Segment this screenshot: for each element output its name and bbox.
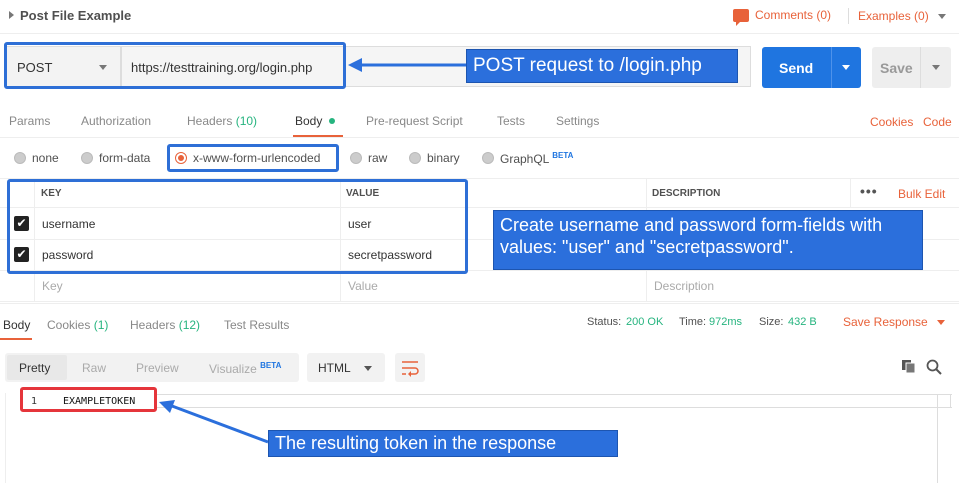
graphql-label: GraphQL	[500, 152, 549, 166]
comments-label: Comments (0)	[755, 8, 832, 22]
status-value: 200 OK	[626, 316, 664, 328]
time-value: 972ms	[709, 316, 743, 328]
divider	[831, 47, 832, 88]
resp-tab-cookies-count: (1)	[93, 318, 109, 332]
tab-headers-count: (10)	[235, 114, 258, 128]
new-value-input[interactable]: Value	[348, 279, 378, 293]
copy-icon[interactable]	[901, 359, 917, 378]
comment-icon	[733, 8, 749, 26]
wrap-lines-icon	[402, 361, 419, 377]
resp-tab-test-results[interactable]: Test Results	[224, 318, 289, 332]
beta-badge: BETA	[260, 361, 282, 370]
tab-tests[interactable]: Tests	[497, 114, 525, 128]
radio-graphql-label[interactable]: GraphQL BETA	[500, 151, 573, 166]
search-icon[interactable]	[926, 359, 942, 378]
resp-tab-headers-count: (12)	[178, 318, 201, 332]
save-response-button[interactable]: Save Response	[843, 315, 928, 329]
radio-raw-label[interactable]: raw	[368, 151, 387, 165]
send-label: Send	[779, 60, 814, 76]
wrap-lines-button[interactable]	[395, 353, 425, 382]
col-description: DESCRIPTION	[652, 188, 721, 199]
tab-params[interactable]: Params	[9, 114, 50, 128]
divider	[848, 8, 849, 24]
divider	[850, 178, 851, 208]
resp-tab-body[interactable]: Body	[3, 318, 30, 332]
format-raw[interactable]: Raw	[82, 361, 106, 375]
bulk-edit-link[interactable]: Bulk Edit	[898, 187, 945, 201]
send-options-chevron-icon[interactable]	[842, 65, 850, 70]
tab-prerequest-script[interactable]: Pre-request Script	[366, 114, 463, 128]
examples-button[interactable]: Examples (0)	[858, 9, 929, 23]
radio-none[interactable]	[14, 152, 26, 164]
radio-raw[interactable]	[350, 152, 362, 164]
annotation-fields: Create username and password form-fields…	[493, 210, 923, 270]
status-label: Status:	[587, 316, 622, 328]
divider	[920, 47, 921, 88]
resp-tab-cookies-label: Cookies	[47, 318, 91, 332]
resp-tab-cookies[interactable]: Cookies (1)	[47, 318, 108, 332]
request-highlight-box	[4, 42, 346, 89]
annotation-request: POST request to /login.php	[466, 49, 738, 83]
format-visualize[interactable]: Visualize BETA	[209, 361, 281, 376]
code-link[interactable]: Code	[923, 115, 952, 129]
time-label: Time:	[679, 316, 707, 328]
tab-body[interactable]: Body	[295, 114, 322, 128]
radio-form-data-label[interactable]: form-data	[99, 151, 150, 165]
tab-headers-label: Headers	[187, 114, 233, 128]
format-preview[interactable]: Preview	[136, 361, 179, 375]
editor-scrollbar[interactable]	[937, 394, 951, 408]
active-tab-underline	[293, 135, 343, 137]
beta-badge: BETA	[552, 151, 574, 160]
arrow-up-left-icon	[159, 400, 269, 444]
save-label: Save	[880, 60, 913, 76]
radio-graphql[interactable]	[482, 152, 494, 164]
annotation-token: The resulting token in the response	[268, 430, 618, 457]
tab-headers[interactable]: Headers (10)	[187, 114, 257, 128]
visualize-label: Visualize	[209, 362, 257, 376]
arrow-left-icon	[348, 58, 466, 72]
save-options-chevron-icon[interactable]	[932, 65, 940, 70]
radio-none-label[interactable]: none	[32, 151, 59, 165]
resp-tab-headers[interactable]: Headers (12)	[130, 318, 200, 332]
format-pretty[interactable]: Pretty	[19, 361, 50, 375]
new-key-input[interactable]: Key	[42, 279, 63, 293]
language-label: HTML	[318, 361, 351, 375]
more-options-icon[interactable]: •••	[860, 183, 878, 199]
request-title[interactable]: Post File Example	[20, 8, 131, 23]
active-tab-underline	[0, 338, 32, 340]
cookies-link[interactable]: Cookies	[870, 115, 913, 129]
radio-binary[interactable]	[409, 152, 421, 164]
resp-tab-headers-label: Headers	[130, 318, 176, 332]
body-indicator-dot	[329, 118, 335, 124]
radio-form-data[interactable]	[81, 152, 93, 164]
chevron-down-icon[interactable]	[937, 320, 945, 325]
caret-right-icon[interactable]	[9, 11, 14, 19]
tab-settings[interactable]: Settings	[556, 114, 599, 128]
new-description-input[interactable]: Description	[654, 279, 714, 293]
tab-authorization[interactable]: Authorization	[81, 114, 151, 128]
urlencoded-highlight-box	[167, 144, 339, 172]
size-label: Size:	[759, 316, 784, 328]
radio-binary-label[interactable]: binary	[427, 151, 460, 165]
divider	[0, 301, 959, 302]
divider	[937, 408, 938, 483]
chevron-down-icon	[364, 366, 372, 371]
token-highlight-box	[20, 387, 157, 412]
editor-line-highlight	[156, 394, 952, 408]
size-value: 432 B	[788, 316, 817, 328]
comments-button[interactable]: Comments (0)	[733, 8, 832, 26]
kv-highlight-box	[7, 179, 468, 274]
chevron-down-icon[interactable]	[938, 14, 946, 19]
